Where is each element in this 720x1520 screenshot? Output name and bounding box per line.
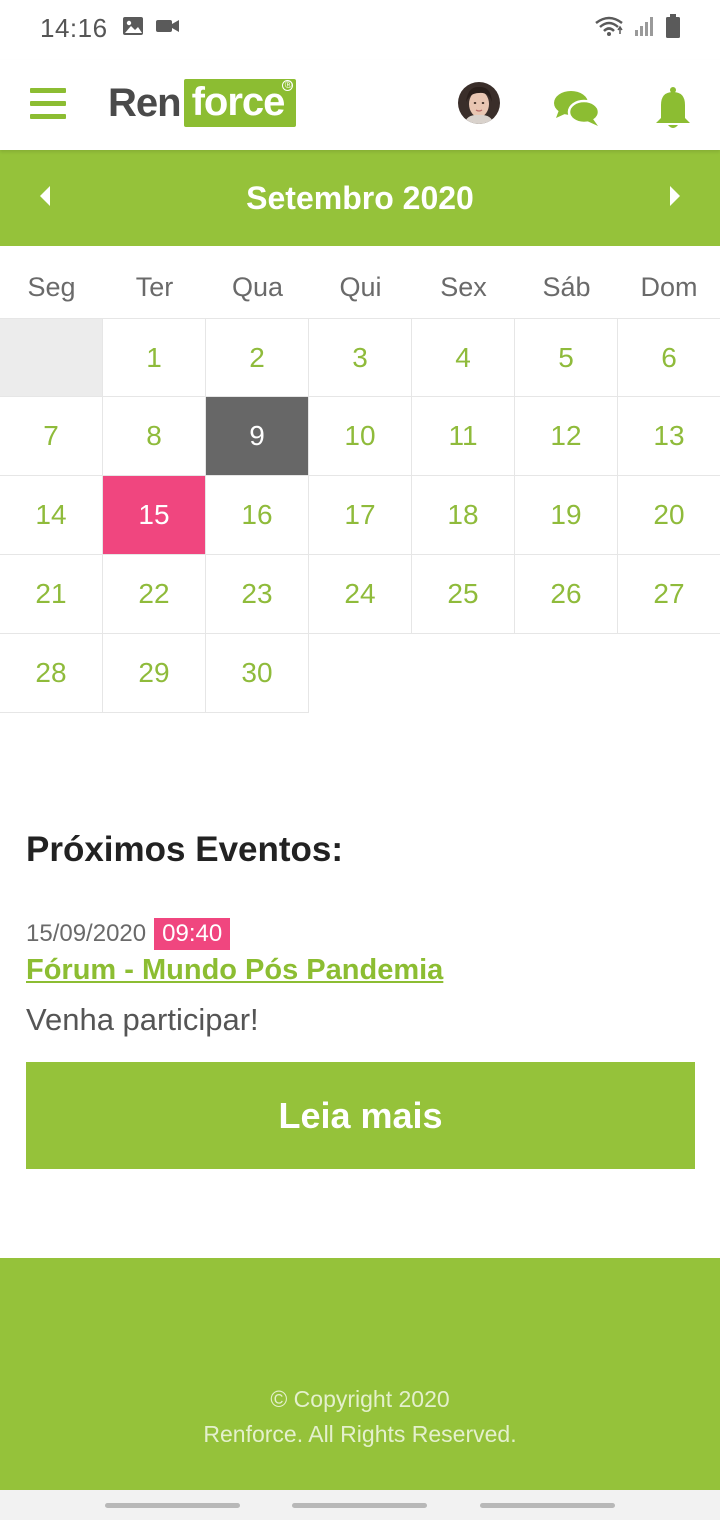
battery-icon — [666, 13, 680, 43]
calendar-empty-cell — [515, 634, 618, 713]
status-system-icons — [594, 13, 680, 43]
calendar-day-27[interactable]: 27 — [618, 555, 720, 634]
caret-right-icon — [670, 186, 680, 206]
event-description: Venha participar! — [26, 1002, 259, 1037]
avatar[interactable] — [458, 82, 500, 124]
weekday-label: Qui — [339, 272, 382, 302]
calendar-week-row: 7 8 9 10 11 12 13 — [0, 397, 720, 476]
calendar-grid: 1 2 3 4 5 6 7 8 9 10 11 12 13 14 15 16 17 18 19 20 21 22 23 24 2… — [0, 318, 720, 713]
event-time-badge: 09:40 — [154, 918, 231, 950]
footer: © Copyright 2020 Renforce. All Rights Re… — [0, 1258, 720, 1490]
nav-home-pill[interactable] — [292, 1503, 427, 1508]
calendar-week-row: 28 29 30 — [0, 634, 720, 713]
calendar-empty-cell — [309, 634, 412, 713]
calendar-day-15[interactable]: 15 — [103, 476, 206, 555]
registered-mark: ® — [282, 80, 294, 91]
event-title-link[interactable]: Fórum - Mundo Pós Pandemia — [26, 954, 443, 987]
status-time: 14:16 — [40, 12, 108, 43]
calendar-day-25[interactable]: 25 — [412, 555, 515, 634]
calendar-day-30[interactable]: 30 — [206, 634, 309, 713]
weekday-label: Seg — [27, 272, 76, 302]
nav-recent-pill[interactable] — [105, 1503, 240, 1508]
calendar-day-14[interactable]: 14 — [0, 476, 103, 555]
system-navigation-bar — [0, 1490, 720, 1520]
calendar-day-20[interactable]: 20 — [618, 476, 720, 555]
weekday-label: Ter — [135, 272, 174, 302]
signal-icon — [634, 15, 656, 42]
status-notification-icons — [122, 16, 180, 41]
app-header: Ren force ® — [0, 60, 720, 150]
video-icon — [155, 18, 180, 39]
event-meta: 15/09/2020 09:40 — [26, 918, 231, 950]
calendar-day-6[interactable]: 6 — [618, 318, 720, 397]
calendar-day-18[interactable]: 18 — [412, 476, 515, 555]
calendar-day-9[interactable]: 9 — [206, 397, 309, 476]
calendar-day-26[interactable]: 26 — [515, 555, 618, 634]
weekday-label: Sáb — [542, 272, 591, 302]
calendar-day-16[interactable]: 16 — [206, 476, 309, 555]
month-title: Setembro 2020 — [246, 179, 474, 216]
footer-rights: Renforce. All Rights Reserved. — [203, 1421, 517, 1447]
calendar-week-row: 21 22 23 24 25 26 27 — [0, 555, 720, 634]
calendar-day-29[interactable]: 29 — [103, 634, 206, 713]
menu-icon[interactable] — [30, 88, 66, 122]
calendar-day-11[interactable]: 11 — [412, 397, 515, 476]
weekday-header: Seg Ter Qua Qui Sex Sáb Dom — [0, 272, 720, 318]
read-more-button[interactable]: Leia mais — [26, 1062, 695, 1169]
chat-icon[interactable] — [553, 88, 601, 128]
calendar-day-24[interactable]: 24 — [309, 555, 412, 634]
logo-text-force: force ® — [183, 79, 297, 127]
calendar-day-12[interactable]: 12 — [515, 397, 618, 476]
calendar-day-2[interactable]: 2 — [206, 318, 309, 397]
calendar-day-17[interactable]: 17 — [309, 476, 412, 555]
calendar-day-8[interactable]: 8 — [103, 397, 206, 476]
caret-left-icon — [40, 186, 50, 206]
status-bar: 14:16 — [0, 0, 720, 56]
calendar-day-28[interactable]: 28 — [0, 634, 103, 713]
calendar-day-23[interactable]: 23 — [206, 555, 309, 634]
weekday-label: Qua — [231, 272, 284, 302]
footer-copyright: © Copyright 2020 — [270, 1386, 450, 1412]
nav-back-pill[interactable] — [480, 1503, 615, 1508]
renforce-logo[interactable]: Ren force ® — [108, 78, 297, 128]
calendar-day-3[interactable]: 3 — [309, 318, 412, 397]
weekday-label: Sex — [440, 272, 487, 302]
wifi-icon — [594, 15, 624, 42]
calendar-empty-cell — [0, 318, 103, 397]
calendar-day-19[interactable]: 19 — [515, 476, 618, 555]
previous-month-button[interactable] — [30, 180, 62, 212]
month-navigation: Setembro 2020 — [0, 150, 720, 246]
next-month-button[interactable] — [658, 180, 690, 212]
bell-icon[interactable] — [653, 86, 693, 130]
calendar-day-5[interactable]: 5 — [515, 318, 618, 397]
calendar-day-10[interactable]: 10 — [309, 397, 412, 476]
image-icon — [122, 16, 144, 41]
calendar-day-13[interactable]: 13 — [618, 397, 720, 476]
calendar-week-row: 123456 — [0, 318, 720, 397]
calendar-day-21[interactable]: 21 — [0, 555, 103, 634]
calendar-day-22[interactable]: 22 — [103, 555, 206, 634]
logo-text-ren: Ren — [108, 80, 182, 125]
calendar-day-1[interactable]: 1 — [103, 318, 206, 397]
calendar-empty-cell — [618, 634, 720, 713]
calendar-empty-cell — [412, 634, 515, 713]
event-date: 15/09/2020 — [26, 920, 147, 947]
events-section-title: Próximos Eventos: — [26, 830, 344, 869]
calendar-day-4[interactable]: 4 — [412, 318, 515, 397]
calendar-week-row: 14 15 16 17 18 19 20 — [0, 476, 720, 555]
calendar-day-7[interactable]: 7 — [0, 397, 103, 476]
weekday-label: Dom — [640, 272, 698, 302]
